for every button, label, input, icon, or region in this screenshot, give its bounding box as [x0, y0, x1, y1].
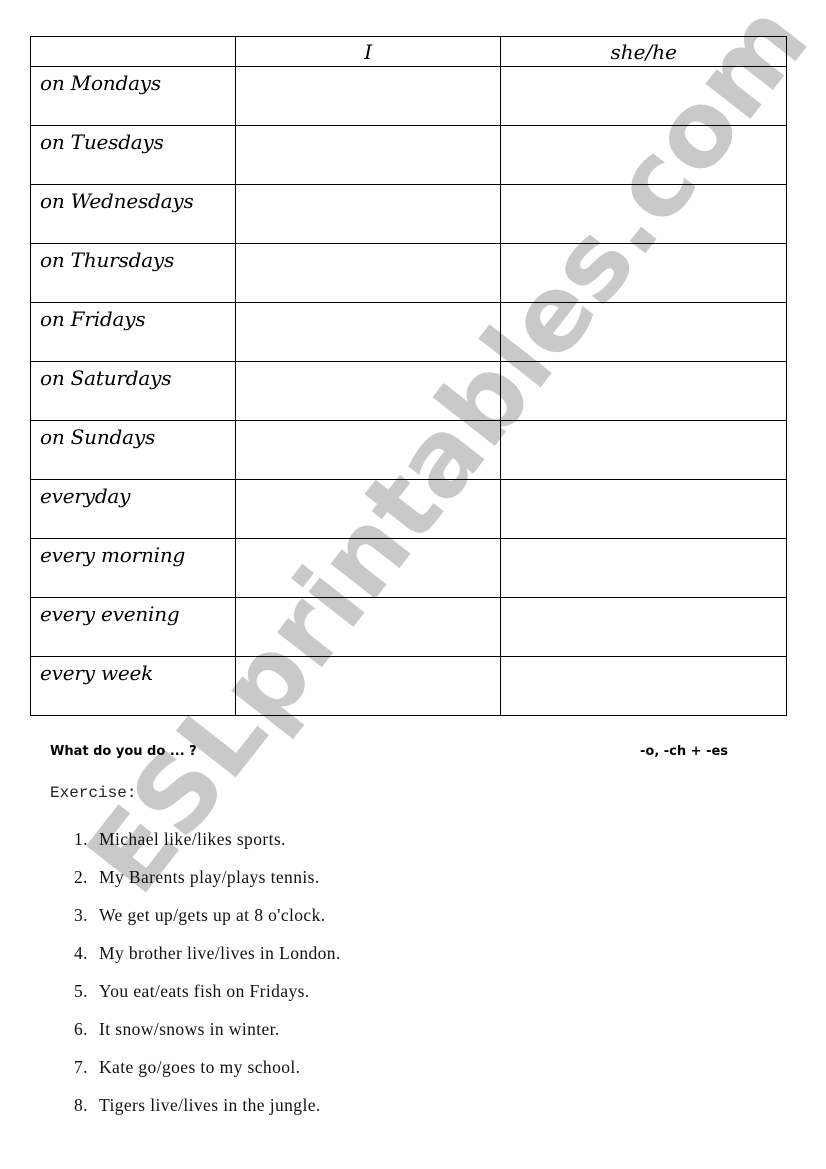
row-label: every week: [40, 661, 154, 685]
row-label-cell: on Sundays: [30, 420, 236, 480]
answer-cell-she-he[interactable]: [500, 538, 787, 598]
item-text: Michael like/likes sports.: [99, 829, 286, 849]
table-row: on Wednesdays: [30, 184, 787, 244]
table-row: on Mondays: [30, 66, 787, 126]
answer-cell-i[interactable]: [234, 656, 502, 716]
table-header-row: I she/he: [30, 36, 787, 67]
row-label: on Fridays: [40, 307, 146, 331]
header-i: I: [234, 36, 502, 67]
exercise-item: 7. Kate go/goes to my school.: [74, 1048, 341, 1086]
answer-cell-she-he[interactable]: [500, 597, 787, 657]
row-label-cell: on Wednesdays: [30, 184, 236, 244]
header-blank: [30, 36, 236, 67]
schedule-table: I she/he on Mondays on Tuesdays on Wedne…: [30, 36, 787, 716]
table-row: on Thursdays: [30, 243, 787, 303]
table-row: every evening: [30, 597, 787, 657]
answer-cell-she-he[interactable]: [500, 66, 787, 126]
item-number: 3.: [74, 905, 88, 925]
answer-cell-i[interactable]: [234, 302, 502, 362]
spelling-rule-note: -o, -ch + -es: [640, 744, 729, 759]
exercise-title: Exercise:: [50, 784, 137, 802]
row-label-cell: every week: [30, 656, 236, 716]
table-row: everyday: [30, 479, 787, 539]
answer-cell-i[interactable]: [234, 125, 502, 185]
answer-cell-i[interactable]: [234, 597, 502, 657]
table-row: on Saturdays: [30, 361, 787, 421]
row-label: every morning: [40, 543, 186, 567]
answer-cell-she-he[interactable]: [500, 184, 787, 244]
row-label-cell: on Thursdays: [30, 243, 236, 303]
exercise-item: 8. Tigers live/lives in the jungle.: [74, 1086, 341, 1124]
answer-cell-she-he[interactable]: [500, 479, 787, 539]
table-caption-question: What do you do ... ?: [50, 744, 197, 759]
answer-cell-she-he[interactable]: [500, 125, 787, 185]
row-label-cell: everyday: [30, 479, 236, 539]
item-text: It snow/snows in winter.: [99, 1019, 280, 1039]
table-row: every week: [30, 656, 787, 716]
item-number: 1.: [74, 829, 88, 849]
answer-cell-i[interactable]: [234, 361, 502, 421]
answer-cell-she-he[interactable]: [500, 420, 787, 480]
item-text: My brother live/lives in London.: [99, 943, 341, 963]
exercise-item: 4. My brother live/lives in London.: [74, 934, 341, 972]
row-label: on Saturdays: [40, 366, 172, 390]
row-label-cell: on Saturdays: [30, 361, 236, 421]
exercise-item: 3. We get up/gets up at 8 o'clock.: [74, 896, 341, 934]
exercise-item: 5. You eat/eats fish on Fridays.: [74, 972, 341, 1010]
answer-cell-she-he[interactable]: [500, 361, 787, 421]
table-row: every morning: [30, 538, 787, 598]
row-label: on Thursdays: [40, 248, 175, 272]
header-she-he: she/he: [500, 36, 787, 67]
answer-cell-i[interactable]: [234, 420, 502, 480]
table-row: on Tuesdays: [30, 125, 787, 185]
row-label-cell: on Mondays: [30, 66, 236, 126]
answer-cell-i[interactable]: [234, 538, 502, 598]
row-label: on Wednesdays: [40, 189, 194, 213]
worksheet-page: ESLprintables.com I she/he on Mondays on…: [0, 0, 826, 1169]
item-text: Kate go/goes to my school.: [99, 1057, 301, 1077]
item-number: 6.: [74, 1019, 88, 1039]
item-text: We get up/gets up at 8 o'clock.: [99, 905, 326, 925]
row-label-cell: on Tuesdays: [30, 125, 236, 185]
item-number: 5.: [74, 981, 88, 1001]
row-label: every evening: [40, 602, 180, 626]
exercise-list: 1. Michael like/likes sports. 2. My Barent…: [74, 820, 341, 1124]
answer-cell-she-he[interactable]: [500, 302, 787, 362]
answer-cell-she-he[interactable]: [500, 656, 787, 716]
item-text: My Barents play/plays tennis.: [99, 867, 320, 887]
item-number: 4.: [74, 943, 88, 963]
row-label: on Mondays: [40, 71, 161, 95]
row-label: on Tuesdays: [40, 130, 164, 154]
answer-cell-i[interactable]: [234, 66, 502, 126]
item-text: Tigers live/lives in the jungle.: [99, 1095, 321, 1115]
answer-cell-i[interactable]: [234, 184, 502, 244]
table-row: on Sundays: [30, 420, 787, 480]
answer-cell-i[interactable]: [234, 479, 502, 539]
row-label-cell: every evening: [30, 597, 236, 657]
item-text: You eat/eats fish on Fridays.: [99, 981, 310, 1001]
exercise-item: 2. My Barents play/plays tennis.: [74, 858, 341, 896]
row-label: everyday: [40, 484, 131, 508]
answer-cell-she-he[interactable]: [500, 243, 787, 303]
item-number: 2.: [74, 867, 88, 887]
exercise-item: 6. It snow/snows in winter.: [74, 1010, 341, 1048]
exercise-item: 1. Michael like/likes sports.: [74, 820, 341, 858]
item-number: 7.: [74, 1057, 88, 1077]
row-label-cell: every morning: [30, 538, 236, 598]
row-label: on Sundays: [40, 425, 156, 449]
row-label-cell: on Fridays: [30, 302, 236, 362]
item-number: 8.: [74, 1095, 88, 1115]
table-row: on Fridays: [30, 302, 787, 362]
answer-cell-i[interactable]: [234, 243, 502, 303]
